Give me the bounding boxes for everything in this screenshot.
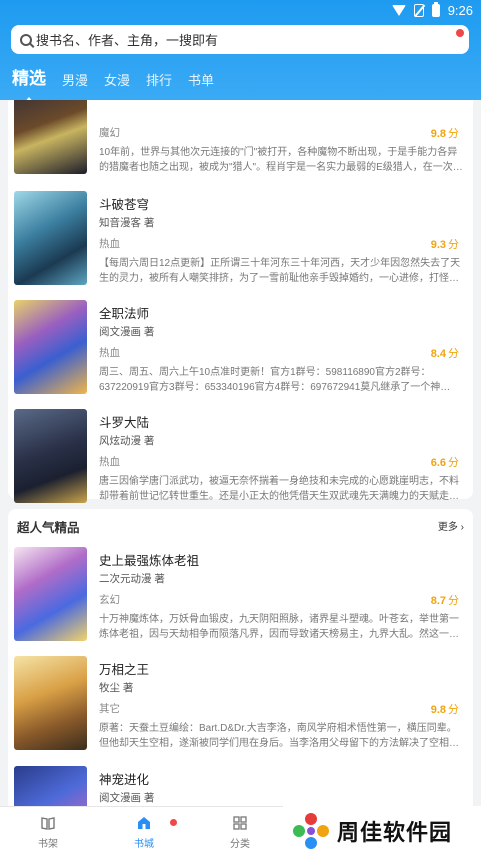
book-cover <box>14 191 87 285</box>
tab-booklist[interactable]: 书单 <box>188 70 214 93</box>
wifi-icon <box>391 4 406 16</box>
chevron-right-icon: › <box>457 522 464 533</box>
book-desc: 原著：天蚕土豆编绘：Bart.D&Dr.大吉李洛，南风学府相术悟性第一，横压同辈… <box>99 723 459 749</box>
notification-dot <box>170 819 177 826</box>
book-title: 神宠进化 <box>99 773 150 787</box>
search-bar[interactable]: 搜书名、作者、主角，一搜即有 <box>11 25 469 54</box>
book-genre: 魔幻 <box>99 127 120 139</box>
nav-label: 书城 <box>134 839 154 850</box>
book-title: 全职法师 <box>99 307 150 321</box>
book-cover <box>14 766 87 806</box>
book-genre: 热血 <box>99 238 120 250</box>
book-cover <box>14 100 87 174</box>
tab-female[interactable]: 女漫 <box>104 70 130 93</box>
book-genre: 其它 <box>99 703 120 715</box>
status-time: 9:26 <box>447 2 473 18</box>
search-icon <box>20 33 32 46</box>
book-cover <box>14 547 87 641</box>
list-item[interactable]: 斗罗大陆 风炫动漫 著 热血 6.6 分 唐三因偷学唐门派武功，被逼无奈怀揣着一身… <box>14 409 467 509</box>
brand-logo-icon <box>293 813 329 849</box>
book-author: 牧尘 著 <box>99 682 134 694</box>
book-score: 9.8 分 <box>430 128 459 140</box>
popular-card: 超人气精品 更多 › 史上最强炼体老祖 二次元动漫 著 玄幻 8.7 分 十万神魔… <box>8 509 473 806</box>
grid-icon <box>232 815 248 831</box>
book-author: 知音漫客 著 <box>99 217 155 229</box>
tab-male[interactable]: 男漫 <box>62 70 88 93</box>
category-tabs: 精选 男漫 女漫 排行 书单 <box>12 64 230 103</box>
book-genre: 热血 <box>99 347 120 359</box>
book-title: 斗罗大陆 <box>99 416 150 430</box>
book-desc: 10年前，世界与其他次元连接的"门"被打开，各种魔物不断出现，于是手能力各异的猎… <box>99 147 463 173</box>
book-genre: 玄幻 <box>99 594 120 606</box>
book-icon <box>40 815 56 831</box>
book-author: 阅文漫画 著 <box>99 326 155 338</box>
book-score: 8.7 分 <box>430 595 459 607</box>
book-author: 风炫动漫 著 <box>99 435 155 447</box>
book-desc: 周三、周五、周六上午10点准时更新！官方1群号：598116890官方2群号：6… <box>99 367 451 393</box>
book-cover <box>14 409 87 503</box>
status-bar: 9:26 <box>0 0 481 20</box>
nav-label: 分类 <box>230 839 250 850</box>
book-genre: 热血 <box>99 456 120 468</box>
book-title: 万相之王 <box>99 663 150 677</box>
book-score: 8.4 分 <box>430 348 459 360</box>
book-desc: 唐三因偷学唐门派武功，被逼无奈怀揣着一身绝技和未完成的心愿跳崖明志，不料却带着前… <box>99 476 459 502</box>
nav-category[interactable]: 分类 <box>210 815 270 850</box>
list-item[interactable]: 魔幻 9.8 分 10年前，世界与其他次元连接的"门"被打开，各种魔物不断出现，于… <box>14 100 467 180</box>
featured-card: 魔幻 9.8 分 10年前，世界与其他次元连接的"门"被打开，各种魔物不断出现，于… <box>8 100 473 503</box>
battery-icon <box>431 1 440 17</box>
book-author: 阅文漫画 著 <box>99 792 155 804</box>
section-title: 超人气精品 <box>17 521 80 535</box>
no-sim-icon <box>413 3 424 17</box>
tab-ranking[interactable]: 排行 <box>146 70 172 93</box>
list-item[interactable]: 神宠进化 阅文漫画 著 <box>14 766 467 806</box>
book-cover <box>14 300 87 394</box>
book-score: 9.8 分 <box>430 704 459 716</box>
notification-dot <box>456 29 464 37</box>
book-score: 9.3 分 <box>430 239 459 251</box>
nav-label: 书架 <box>38 839 58 850</box>
book-desc: 【每周六周日12点更新】正所谓三十年河东三十年河西，天才少年因忽然失去了天生的灵… <box>99 258 461 284</box>
home-icon <box>136 815 152 831</box>
book-title: 斗破苍穹 <box>99 198 150 212</box>
book-title: 史上最强炼体老祖 <box>99 554 200 568</box>
book-cover <box>14 656 87 750</box>
more-link[interactable]: 更多 › <box>438 518 464 533</box>
list-item[interactable]: 万相之王 牧尘 著 其它 9.8 分 原著：天蚕土豆编绘：Bart.D&Dr.大吉… <box>14 656 467 756</box>
book-author: 二次元动漫 著 <box>99 573 165 585</box>
nav-bookshelf[interactable]: 书架 <box>18 815 78 850</box>
brand-name: 周佳软件园 <box>337 820 453 845</box>
search-placeholder: 搜书名、作者、主角，一搜即有 <box>36 33 219 48</box>
list-item[interactable]: 史上最强炼体老祖 二次元动漫 著 玄幻 8.7 分 十万神魔炼体，万妖骨血锻皮，九… <box>14 547 467 647</box>
nav-bookstore[interactable]: 书城 <box>114 815 174 850</box>
book-desc: 十万神魔炼体，万妖骨血锻皮，九天阴阳照脉，诸界星斗塑魂。叶苍玄，举世第一炼体老祖… <box>99 614 459 640</box>
app-header: 9:26 搜书名、作者、主角，一搜即有 精选 男漫 女漫 排行 书单 <box>0 0 481 103</box>
list-item[interactable]: 全职法师 阅文漫画 著 热血 8.4 分 周三、周五、周六上午10点准时更新！官方… <box>14 300 467 400</box>
scroll-content[interactable]: 魔幻 9.8 分 10年前，世界与其他次元连接的"门"被打开，各种魔物不断出现，于… <box>0 100 481 806</box>
watermark-brand: 周佳软件园 <box>283 806 481 856</box>
list-item[interactable]: 斗破苍穹 知音漫客 著 热血 9.3 分 【每周六周日12点更新】正所谓三十年河东… <box>14 191 467 291</box>
tab-featured[interactable]: 精选 <box>12 64 46 103</box>
book-score: 6.6 分 <box>430 457 459 469</box>
